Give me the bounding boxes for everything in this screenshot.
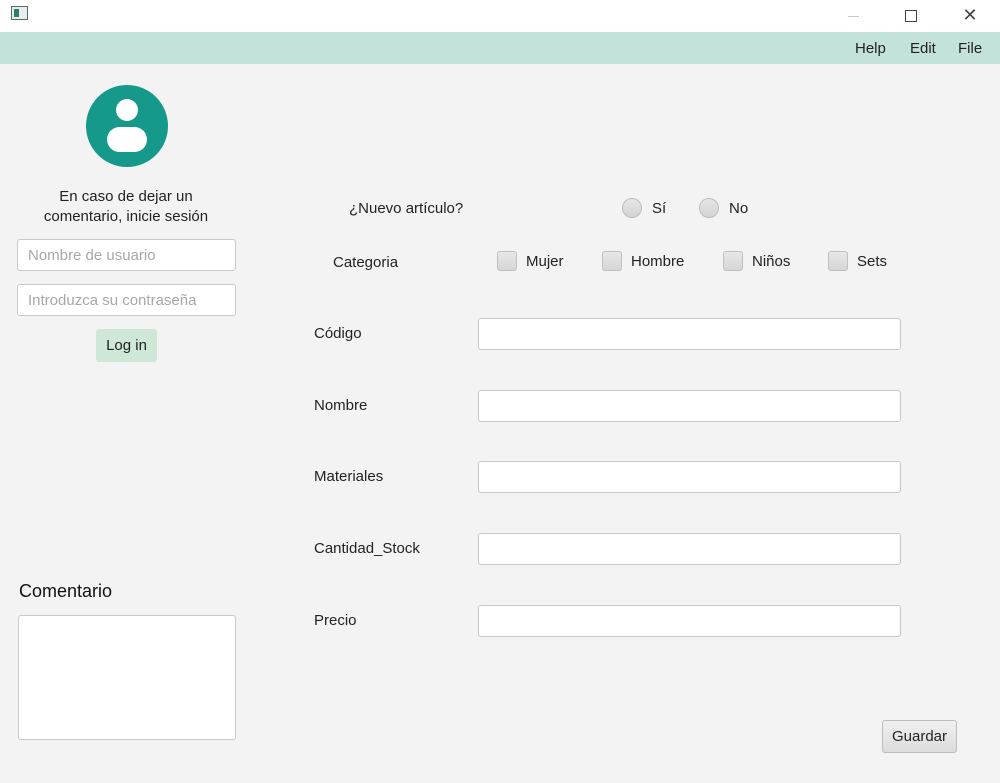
login-message: En caso de dejar un comentario, inicie s… (43, 188, 209, 225)
radio-circle[interactable] (622, 198, 642, 218)
radio-no[interactable]: No (699, 198, 748, 218)
checkbox-sets-label: Sets (857, 252, 888, 270)
cantidad-stock-label: Cantidad_Stock (314, 540, 420, 557)
close-glyph: ✕ (962, 5, 978, 26)
comment-textarea[interactable] (18, 615, 236, 740)
codigo-input[interactable] (478, 318, 901, 350)
title-bar: ✕ (0, 0, 1000, 32)
cantidad-stock-input[interactable] (478, 533, 901, 565)
menu-file[interactable]: File (958, 40, 982, 57)
checkbox-hombre-label: Hombre (631, 252, 685, 270)
precio-label: Precio (314, 612, 357, 629)
maximize-icon[interactable] (888, 0, 934, 32)
menu-bar: Help Edit File (0, 32, 1000, 64)
checkbox-sets[interactable]: Sets (828, 251, 887, 271)
category-label: Categoria (333, 254, 399, 271)
avatar-body (107, 127, 147, 152)
radio-circle[interactable] (699, 198, 719, 218)
minimize-icon[interactable] (830, 0, 876, 32)
materiales-label: Materiales (314, 468, 384, 485)
checkbox-box[interactable] (497, 251, 517, 271)
user-avatar-icon (86, 85, 168, 167)
materiales-input[interactable] (478, 461, 901, 493)
checkbox-ninos-label: Niños (752, 252, 791, 270)
menu-edit[interactable]: Edit (910, 40, 936, 57)
save-button[interactable]: Guardar (882, 720, 957, 753)
checkbox-mujer-label: Mujer (526, 252, 564, 270)
nombre-input[interactable] (478, 390, 901, 422)
precio-input[interactable] (478, 605, 901, 637)
checkbox-hombre[interactable]: Hombre (602, 251, 684, 271)
password-input[interactable] (17, 284, 236, 316)
avatar-head (116, 99, 138, 121)
radio-no-label: No (729, 199, 749, 217)
checkbox-box[interactable] (828, 251, 848, 271)
app-icon (11, 6, 28, 20)
menu-help[interactable]: Help (855, 40, 886, 57)
checkbox-box[interactable] (602, 251, 622, 271)
username-input[interactable] (17, 239, 236, 271)
nombre-label: Nombre (314, 397, 368, 414)
checkbox-box[interactable] (723, 251, 743, 271)
checkbox-ninos[interactable]: Niños (723, 251, 790, 271)
radio-si-label: Sí (652, 199, 667, 217)
checkbox-mujer[interactable]: Mujer (497, 251, 564, 271)
radio-si[interactable]: Sí (622, 198, 666, 218)
codigo-label: Código (314, 325, 362, 342)
close-icon[interactable]: ✕ (947, 0, 993, 32)
comment-label: Comentario (19, 581, 113, 601)
login-button[interactable]: Log in (96, 329, 157, 362)
new-item-label: ¿Nuevo artículo? (349, 200, 464, 217)
